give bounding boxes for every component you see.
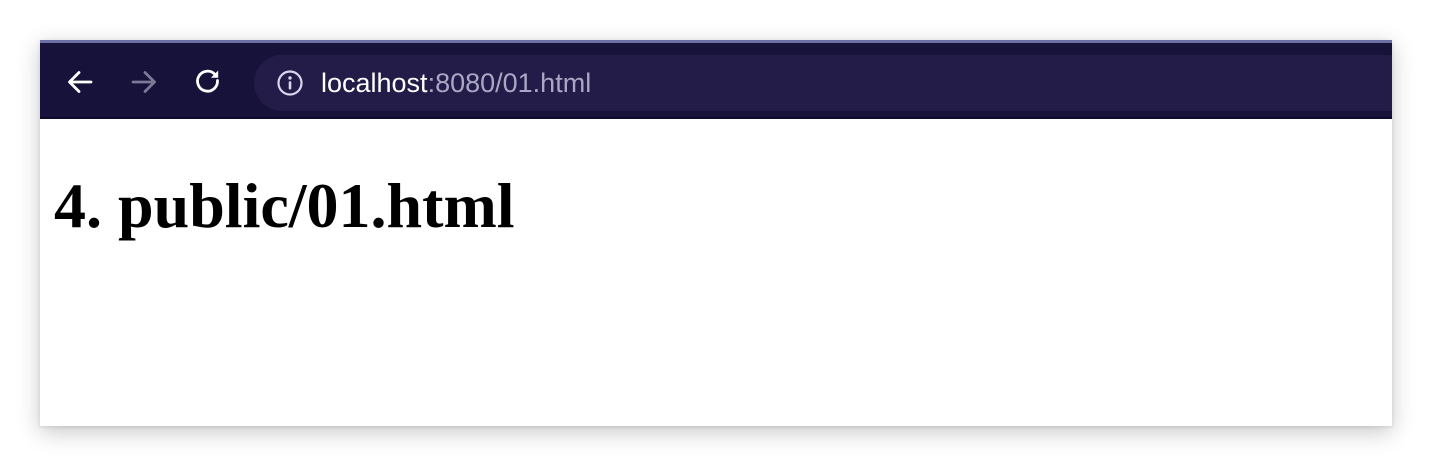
back-button[interactable] (62, 64, 98, 100)
page-heading: 4. public/01.html (54, 170, 515, 241)
reload-button[interactable] (190, 64, 226, 100)
arrow-left-icon (68, 71, 93, 93)
reload-icon (196, 69, 219, 93)
url-text[interactable]: localhost:8080/01.html (321, 55, 591, 111)
arrow-right-icon (131, 71, 156, 93)
url-path: :8080/01.html (427, 68, 592, 98)
browser-toolbar: localhost:8080/01.html (40, 40, 1392, 119)
url-host: localhost (321, 68, 428, 98)
address-bar[interactable]: localhost:8080/01.html (254, 55, 1392, 111)
info-icon[interactable] (276, 69, 304, 97)
forward-button[interactable] (126, 64, 162, 100)
browser-window: localhost:8080/01.html 4. public/01.html (40, 40, 1392, 426)
page-content: 4. public/01.html (40, 119, 1392, 426)
